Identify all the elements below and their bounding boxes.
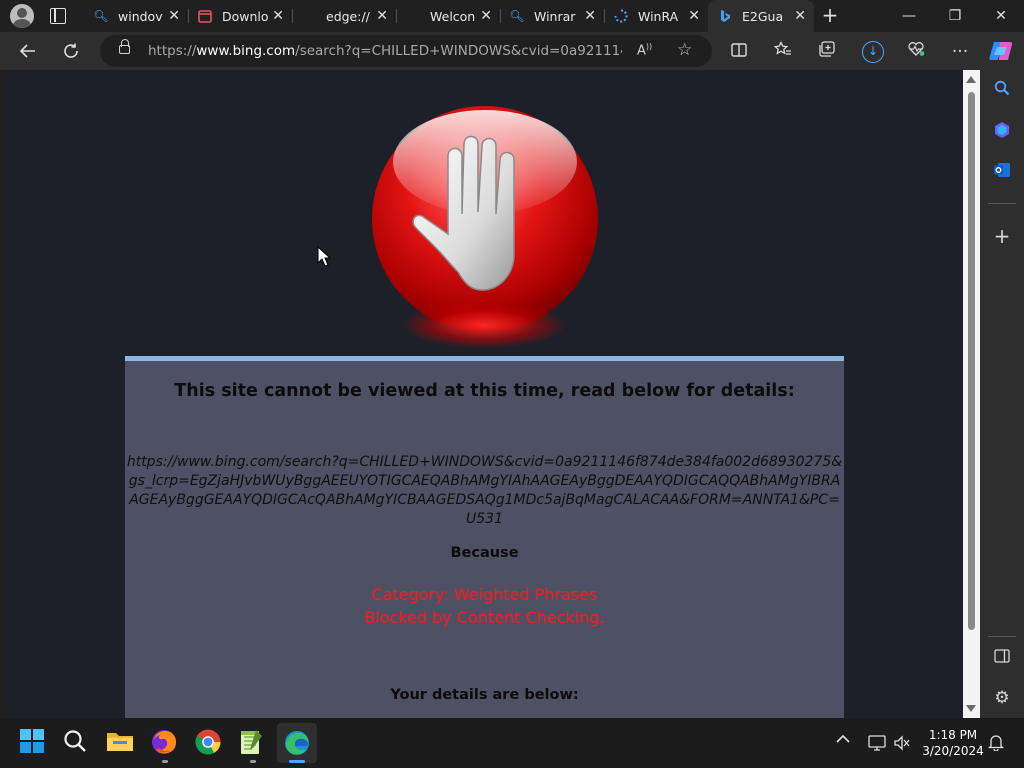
because-label: Because — [450, 545, 519, 561]
sidebar-search-icon[interactable] — [991, 80, 1013, 102]
split-screen-icon[interactable] — [728, 41, 750, 63]
clock-time: 1:18 PM — [928, 728, 978, 742]
url-path: /search?q=CHILLED+WINDOWS&cvid=0a9211146… — [295, 43, 622, 59]
close-tab-icon[interactable]: ✕ — [584, 8, 596, 24]
tab-edge-settings[interactable]: edge:// ✕ — [292, 0, 396, 32]
network-icon[interactable] — [868, 735, 886, 755]
loading-icon — [614, 9, 628, 23]
block-reason: Category: Weighted Phrases Blocked by Co… — [125, 583, 844, 629]
blocked-page: This site cannot be viewed at this time,… — [5, 70, 963, 718]
close-tab-icon[interactable]: ✕ — [376, 8, 388, 24]
refresh-icon — [64, 43, 78, 58]
details-label: Your details are below: — [390, 687, 579, 703]
edge-taskbar-icon[interactable] — [277, 723, 317, 763]
store-icon — [198, 9, 212, 23]
blank-page-icon — [406, 9, 420, 23]
notifications-bell-icon[interactable] — [987, 733, 1005, 755]
page-scrollbar[interactable] — [963, 70, 980, 718]
favorite-star-icon[interactable]: ☆ — [677, 40, 692, 60]
close-tab-icon[interactable]: ✕ — [168, 8, 180, 24]
profile-avatar[interactable] — [10, 4, 34, 28]
url-scheme: https:// — [148, 43, 197, 59]
tab-label: E2Guar — [742, 8, 782, 24]
close-window-button[interactable]: ✕ — [978, 0, 1024, 32]
downloads-icon[interactable]: ↓ — [862, 41, 884, 63]
favorites-icon[interactable] — [772, 41, 794, 63]
tab-label: windov — [118, 8, 163, 24]
block-category: Category: Weighted Phrases — [371, 585, 598, 604]
search-icon: 🔍︎ — [93, 9, 109, 23]
restore-button[interactable]: ❐ — [932, 0, 978, 32]
block-method: Blocked by Content Checking. — [364, 608, 605, 627]
taskbar-search-icon[interactable] — [62, 728, 92, 758]
address-bar[interactable]: https://www.bing.com/search?q=CHILLED+WI… — [100, 35, 712, 67]
volume-muted-icon[interactable] — [893, 735, 911, 755]
sidebar-outlook-icon[interactable] — [991, 161, 1013, 183]
more-options-icon[interactable]: ··· — [949, 41, 971, 63]
tab-winrar-loading[interactable]: WinRA ✕ — [604, 0, 708, 32]
windows-taskbar: 1:18 PM 3/20/2024 — [0, 718, 1024, 768]
scroll-up-arrow-icon[interactable] — [966, 76, 976, 83]
sidebar-hide-icon[interactable] — [991, 647, 1013, 669]
blocked-url-text: https://www.bing.com/search?q=CHILLED+WI… — [126, 454, 843, 527]
tab-downloads[interactable]: Downlo ✕ — [188, 0, 292, 32]
show-hidden-icons-chevron-icon[interactable] — [836, 732, 850, 748]
close-tab-icon[interactable]: ✕ — [794, 8, 806, 24]
back-arrow-icon — [19, 44, 35, 58]
browser-essentials-icon[interactable] — [905, 41, 927, 63]
start-icon[interactable] — [19, 728, 49, 758]
tab-actions-icon[interactable] — [50, 8, 66, 24]
lock-icon[interactable] — [119, 39, 130, 54]
sidebar-divider — [988, 203, 1016, 204]
tab-label: Downlo — [222, 8, 269, 24]
active-app-indicator — [289, 760, 305, 763]
back-button[interactable] — [14, 38, 42, 64]
tab-strip: 🔍︎ windov ✕ Downlo ✕ edge:// ✕ Welcon ✕ … — [0, 0, 1024, 32]
tab-label: Welcon — [430, 8, 476, 24]
close-tab-icon[interactable]: ✕ — [688, 8, 700, 24]
running-indicator — [250, 760, 256, 763]
file-explorer-icon[interactable] — [106, 728, 136, 758]
blank-page-icon — [302, 9, 316, 23]
chrome-icon[interactable] — [194, 728, 224, 758]
sidebar-divider — [988, 636, 1016, 637]
search-icon: 🔍︎ — [509, 9, 525, 23]
stop-hand-icon — [372, 106, 598, 332]
tab-welcome[interactable]: Welcon ✕ — [396, 0, 500, 32]
navigation-bar: https://www.bing.com/search?q=CHILLED+WI… — [0, 32, 1024, 70]
new-tab-button[interactable]: + — [820, 4, 840, 26]
tab-e2guardian-active[interactable]: E2Guar ✕ — [708, 0, 814, 32]
close-tab-icon[interactable]: ✕ — [272, 8, 284, 24]
running-indicator — [162, 760, 168, 763]
tab-label: Winrar — [534, 8, 576, 24]
tab-label: WinRA — [638, 8, 678, 24]
mouse-cursor-icon — [317, 246, 331, 267]
address-url[interactable]: https://www.bing.com/search?q=CHILLED+WI… — [148, 43, 622, 59]
sidebar-copilot-icon[interactable] — [991, 121, 1013, 143]
close-tab-icon[interactable]: ✕ — [480, 8, 492, 24]
clock-date: 3/20/2024 — [922, 744, 984, 758]
sidebar-settings-icon[interactable]: ⚙ — [991, 687, 1013, 709]
block-message-panel: This site cannot be viewed at this time,… — [125, 356, 844, 718]
block-heading: This site cannot be viewed at this time,… — [174, 381, 795, 401]
refresh-button[interactable] — [57, 38, 85, 64]
url-host: www.bing.com — [196, 43, 296, 59]
stop-icon-glow — [403, 302, 565, 348]
collections-icon[interactable] — [816, 41, 838, 63]
read-aloud-icon[interactable]: A)) — [637, 42, 652, 58]
edge-sidebar: + ⚙ — [980, 70, 1024, 718]
scroll-thumb[interactable] — [968, 92, 975, 630]
sidebar-add-icon[interactable]: + — [991, 225, 1013, 247]
bing-icon — [718, 9, 732, 23]
notepad-plus-icon[interactable] — [238, 728, 268, 758]
firefox-icon[interactable] — [150, 728, 180, 758]
tab-winrar-search[interactable]: 🔍︎ Winrar ✕ — [500, 0, 604, 32]
minimize-button[interactable]: — — [886, 0, 932, 32]
copilot-icon[interactable] — [988, 39, 1014, 63]
tab-windows-search[interactable]: 🔍︎ windov ✕ — [84, 0, 188, 32]
system-clock[interactable]: 1:18 PM 3/20/2024 — [918, 727, 988, 759]
scroll-down-arrow-icon[interactable] — [966, 705, 976, 712]
